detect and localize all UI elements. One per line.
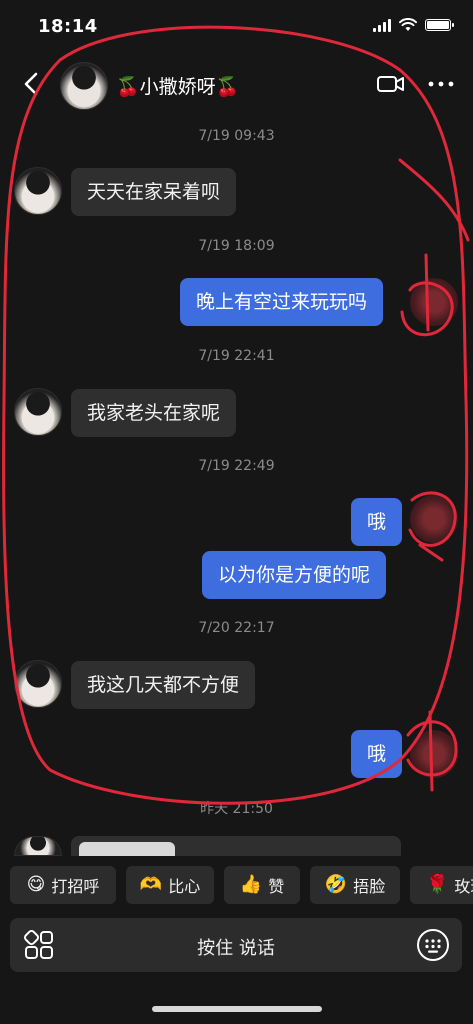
my-avatar[interactable]: [410, 278, 458, 326]
quick-reply-label: 比心: [168, 877, 201, 896]
contact-avatar[interactable]: [60, 62, 108, 110]
outgoing-message[interactable]: 哦: [351, 730, 403, 778]
message-timestamp: 7/19 09:43: [198, 128, 275, 144]
incoming-message[interactable]: 天天在家呆着呗: [71, 168, 237, 216]
wifi-icon: [399, 18, 417, 31]
my-avatar[interactable]: [410, 730, 458, 778]
contact-avatar[interactable]: [14, 167, 62, 215]
incoming-message[interactable]: 我家老头在家呢: [71, 389, 237, 437]
quick-reply-heart[interactable]: 🫶 比心: [126, 866, 214, 904]
quick-reply-label: 玫瑰: [454, 877, 473, 896]
contact-avatar[interactable]: [14, 388, 62, 436]
home-indicator[interactable]: [152, 1006, 322, 1012]
image-thumbnail: [79, 842, 175, 856]
quick-reply-facepalm[interactable]: 🤣 捂脸: [310, 866, 400, 904]
keyboard-icon[interactable]: [416, 928, 450, 962]
my-avatar[interactable]: [410, 495, 458, 543]
incoming-image-message[interactable]: [71, 836, 401, 856]
thumbs-up-emoji-icon: 👍: [239, 874, 263, 895]
rose-emoji-icon: 🌹: [426, 874, 449, 895]
quick-reply-like[interactable]: 👍 赞: [224, 866, 300, 904]
cellular-signal-icon: [373, 18, 391, 32]
contact-name[interactable]: 🍒小撒娇呀🍒: [116, 72, 239, 99]
contact-avatar[interactable]: [14, 660, 62, 708]
quick-reply-rose[interactable]: 🌹 玫瑰: [410, 866, 473, 904]
outgoing-message[interactable]: 哦: [351, 498, 403, 546]
message-timestamp: 7/19 18:09: [198, 238, 275, 254]
quick-reply-bar: 😋 打招呼 🫶 比心 👍 赞 🤣 捂脸 🌹 玫瑰: [0, 866, 473, 906]
laughing-emoji-icon: 🤣: [324, 874, 348, 895]
hold-to-talk-button[interactable]: 按住 说话: [10, 934, 462, 960]
status-bar: 18:14: [0, 0, 473, 50]
message-timestamp: 昨天 21:50: [200, 801, 273, 817]
heart-hands-emoji-icon: 🫶: [139, 874, 163, 895]
input-bar: 按住 说话: [10, 918, 462, 972]
message-timestamp: 7/20 22:17: [198, 620, 275, 636]
message-timestamp: 7/19 22:41: [198, 348, 275, 364]
battery-icon: [425, 19, 454, 31]
incoming-message[interactable]: 我这几天都不方便: [71, 661, 256, 709]
chevron-left-icon[interactable]: [18, 68, 46, 100]
status-time: 18:14: [38, 16, 98, 37]
contact-avatar[interactable]: [14, 836, 62, 856]
chat-header: 🍒小撒娇呀🍒: [0, 56, 473, 112]
quick-reply-greet[interactable]: 😋 打招呼: [10, 866, 116, 904]
quick-reply-label: 捂脸: [353, 877, 386, 896]
video-camera-icon[interactable]: [376, 72, 406, 96]
quick-reply-label: 赞: [268, 877, 285, 896]
ellipsis-icon[interactable]: [426, 72, 456, 96]
message-timestamp: 7/19 22:49: [198, 458, 275, 474]
quick-reply-label: 打招呼: [51, 877, 100, 896]
outgoing-message[interactable]: 以为你是方便的呢: [202, 551, 387, 599]
outgoing-message[interactable]: 晚上有空过来玩玩吗: [180, 278, 384, 326]
status-icons: [373, 18, 454, 32]
smile-emoji-icon: 😋: [26, 874, 46, 895]
